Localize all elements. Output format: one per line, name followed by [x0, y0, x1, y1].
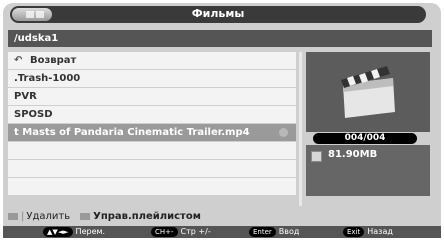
red-key-icon [8, 212, 18, 220]
list-item-label: .Trash-1000 [14, 73, 81, 84]
exit-key-icon: Exit [343, 226, 365, 237]
enter-key-icon: Enter [249, 226, 276, 237]
title-bar: Фильмы [10, 6, 426, 23]
file-info-panel: 81.90MB [306, 145, 430, 196]
delete-action[interactable]: Удалить [26, 211, 70, 222]
list-item[interactable]: PVR [8, 88, 296, 105]
key-hints-bar: ▲▼◄► Перем. CH+- Стр +/- Enter Ввод Exit Наз… [3, 226, 441, 238]
list-item-label: t Masts of Pandaria Cinematic Trailer.mp… [14, 127, 250, 138]
back-arrow-icon: ↶ [14, 55, 23, 66]
file-icon [311, 151, 322, 162]
list-item[interactable]: SPOSD [8, 106, 296, 123]
list-item-selected[interactable]: t Masts of Pandaria Cinematic Trailer.mp… [8, 124, 296, 141]
playlist-action[interactable]: Управ.плейлистом [93, 211, 201, 222]
file-list: ↶ Возврат .Trash-1000 PVR SPOSD t Masts o… [8, 52, 296, 196]
preview-panel [306, 52, 430, 132]
file-counter: 004/004 [313, 133, 417, 144]
action-bar: | Удалить Управ.плейлистом [8, 208, 432, 224]
arrow-keys-icon: ▲▼◄► [43, 226, 73, 237]
list-item-label: SPOSD [14, 109, 53, 120]
list-item[interactable]: .Trash-1000 [8, 70, 296, 87]
channel-key-icon: CH+- [151, 226, 178, 237]
list-item-label: Возврат [30, 55, 77, 66]
green-key-icon [80, 212, 91, 220]
hint-move: ▲▼◄► Перем. [43, 226, 105, 238]
movie-clapper-icon [341, 66, 395, 118]
list-item-empty [8, 160, 296, 177]
list-scrollbar[interactable] [299, 52, 302, 206]
hint-exit: Exit Назад [343, 226, 393, 238]
hint-enter: Enter Ввод [249, 226, 299, 238]
hint-page: CH+- Стр +/- [151, 226, 211, 238]
file-size: 81.90MB [328, 149, 378, 160]
list-item-empty [8, 142, 296, 159]
page-title: Фильмы [191, 7, 245, 20]
list-item-back[interactable]: ↶ Возврат [8, 52, 296, 69]
list-item-empty [8, 178, 296, 195]
path-bar: /udska1 [8, 30, 432, 47]
list-item-label: PVR [14, 91, 37, 102]
file-status-icon [279, 128, 288, 137]
